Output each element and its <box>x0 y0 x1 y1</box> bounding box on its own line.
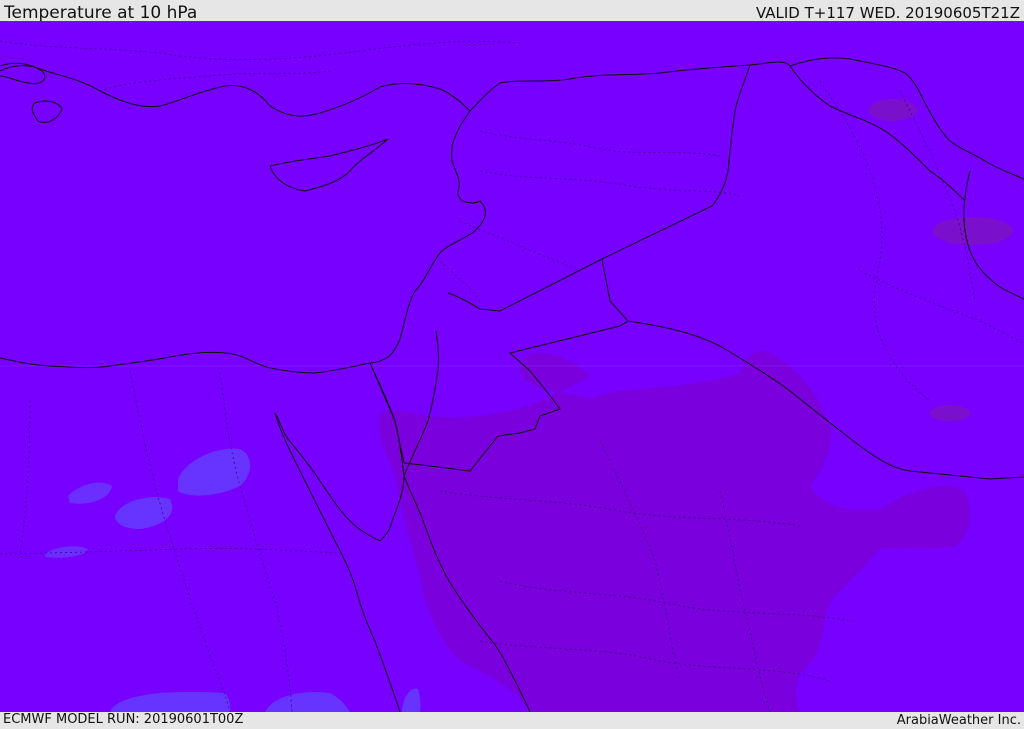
warm-spot-southeast <box>930 405 970 421</box>
temperature-map <box>0 21 1024 712</box>
footer-bar: ECMWF MODEL RUN: 20190601T00Z ArabiaWeat… <box>0 712 1024 729</box>
warm-spot-east <box>933 217 1013 245</box>
brand-label: ArabiaWeather Inc. <box>896 713 1021 728</box>
model-run-label: ECMWF MODEL RUN: 20190601T00Z <box>3 712 244 727</box>
weather-map-screen: Temperature at 10 hPa VALID T+117 WED. 2… <box>0 0 1024 729</box>
valid-time: VALID T+117 WED. 20190605T21Z <box>755 4 1020 22</box>
map-title: Temperature at 10 hPa <box>4 3 198 23</box>
header-bar: Temperature at 10 hPa VALID T+117 WED. 2… <box>0 0 1024 23</box>
